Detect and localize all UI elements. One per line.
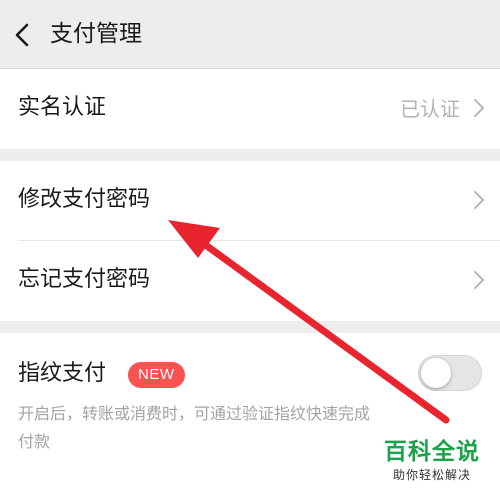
verified-status: 已认证 bbox=[400, 97, 460, 121]
row-forgot-password[interactable]: 忘记支付密码 bbox=[0, 241, 500, 321]
verification-group: 实名认证 已认证 bbox=[0, 69, 500, 149]
watermark-title: 百科全说 bbox=[384, 439, 480, 465]
chevron-left-icon[interactable] bbox=[12, 22, 32, 48]
watermark-subtitle: 助你轻松解决 bbox=[392, 468, 471, 482]
password-group: 修改支付密码 忘记支付密码 bbox=[0, 161, 500, 321]
chevron-right-icon bbox=[474, 191, 484, 209]
page-title: 支付管理 bbox=[50, 21, 142, 47]
row-label: 修改支付密码 bbox=[18, 187, 151, 212]
nav-bar: 支付管理 bbox=[0, 0, 500, 69]
row-label: 实名认证 bbox=[18, 95, 107, 120]
toggle-knob bbox=[421, 358, 451, 388]
new-badge: NEW bbox=[128, 362, 185, 388]
chevron-right-icon bbox=[474, 271, 484, 289]
fingerprint-description: 开启后，转账或消费时，可通过验证指纹快速完成付款 bbox=[18, 404, 371, 451]
fingerprint-toggle[interactable] bbox=[418, 355, 482, 391]
chevron-right-icon bbox=[474, 99, 484, 117]
row-label: 忘记支付密码 bbox=[18, 267, 151, 292]
fingerprint-label: 指纹支付 bbox=[18, 361, 107, 386]
row-real-name[interactable]: 实名认证 已认证 bbox=[0, 69, 500, 149]
row-change-password[interactable]: 修改支付密码 bbox=[0, 161, 500, 241]
watermark-logo: 百科全说 助你轻松解决 bbox=[376, 438, 488, 484]
